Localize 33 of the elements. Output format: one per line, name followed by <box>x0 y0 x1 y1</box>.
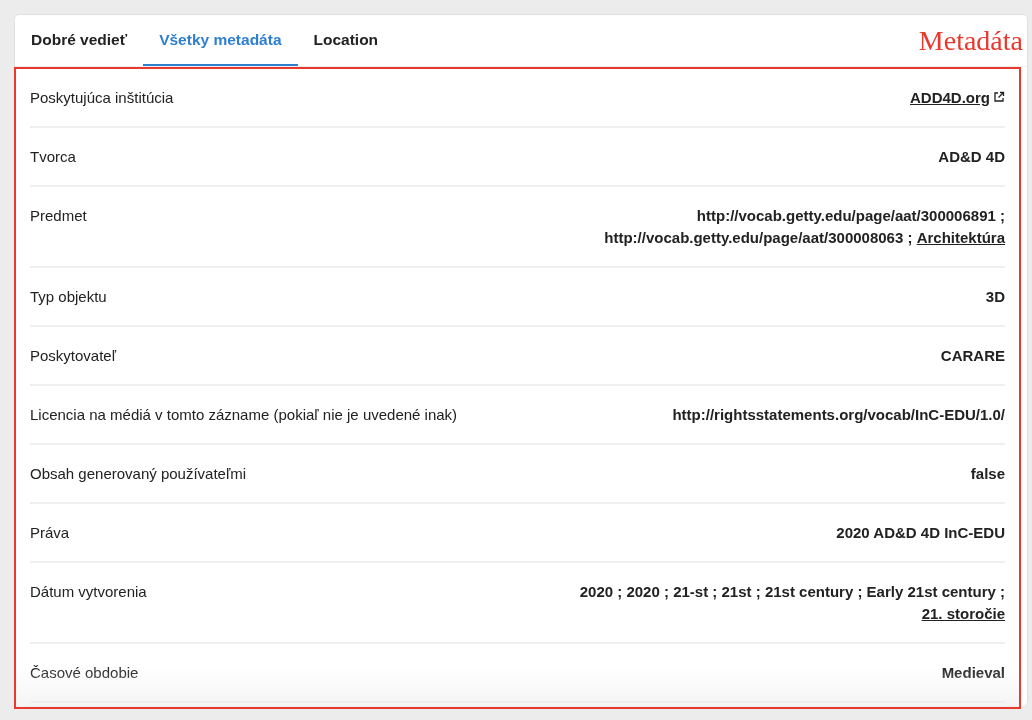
field-label: Tvorca <box>30 147 76 167</box>
value-link[interactable]: Architektúra <box>916 229 1005 246</box>
field-label: Predmet <box>30 206 87 226</box>
field-value: http://vocab.getty.edu/page/aat/300006891 ; <box>696 207 1005 224</box>
field-value: http://vocab.getty.edu/page/aat/300008063 ; <box>604 229 913 246</box>
annotation-label: Metadáta <box>918 25 1023 57</box>
field-label: Poskytovateľ <box>30 346 117 366</box>
field-label: Poskytujúca inštitúcia <box>30 88 174 108</box>
field-value: 3D <box>985 288 1005 305</box>
field-value: 21st century ; <box>764 583 863 600</box>
tab[interactable]: Location <box>297 15 395 66</box>
field-value: 21st ; <box>721 583 761 600</box>
external-link[interactable]: ADD4D.org <box>910 89 1005 106</box>
field-value: AD&D 4D <box>938 148 1005 165</box>
field-value: http://rightsstatements.org/vocab/InC-EDU/1.0/ <box>672 406 1005 423</box>
field-value: false <box>970 465 1005 482</box>
field-label: Licencia na médiá v tomto zázname (pokiaľ nie je uvedené inak) <box>30 405 458 425</box>
tab[interactable]: Všetky metadáta <box>143 15 298 66</box>
field-value: Medieval <box>941 664 1005 681</box>
field-value: 2020 AD&D 4D InC-EDU <box>836 524 1005 541</box>
field-label: Obsah generovaný používateľmi <box>30 464 247 484</box>
field-value: CARARE <box>940 347 1005 364</box>
field-value: 21-st ; <box>673 583 718 600</box>
tab[interactable]: Dobré vedieť <box>15 15 144 66</box>
external-link-icon <box>993 91 1005 103</box>
field-label: Časové obdobie <box>30 663 139 683</box>
field-value: 2020 ; <box>579 583 623 600</box>
field-value: 2020 ; <box>626 583 669 600</box>
field-label: Dátum vytvorenia <box>30 582 147 602</box>
value-link[interactable]: 21. storočie <box>921 605 1005 622</box>
field-value: Early 21st century ; <box>866 583 1005 600</box>
field-label: Práva <box>30 523 70 543</box>
field-label: Typ objektu <box>30 287 107 307</box>
